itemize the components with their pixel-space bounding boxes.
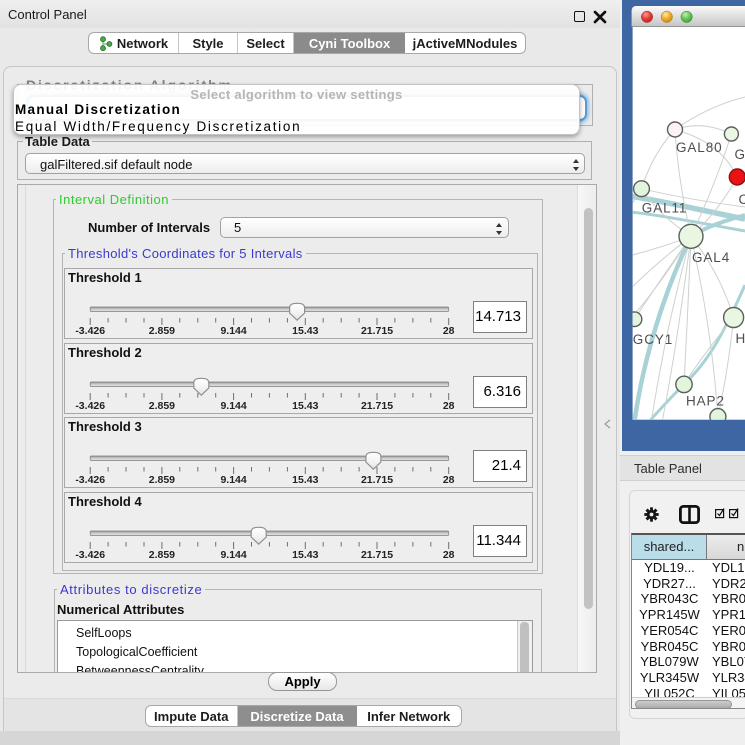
svg-text:GAL11: GAL11 xyxy=(642,201,688,216)
svg-text:GAL4: GAL4 xyxy=(692,250,730,265)
svg-text:GCY1: GCY1 xyxy=(633,332,673,347)
svg-text:HAP2: HAP2 xyxy=(686,394,725,409)
svg-text:C: C xyxy=(739,192,745,207)
svg-text:H: H xyxy=(736,331,745,346)
svg-text:GAL80: GAL80 xyxy=(676,140,723,155)
svg-text:GA: GA xyxy=(735,147,745,162)
